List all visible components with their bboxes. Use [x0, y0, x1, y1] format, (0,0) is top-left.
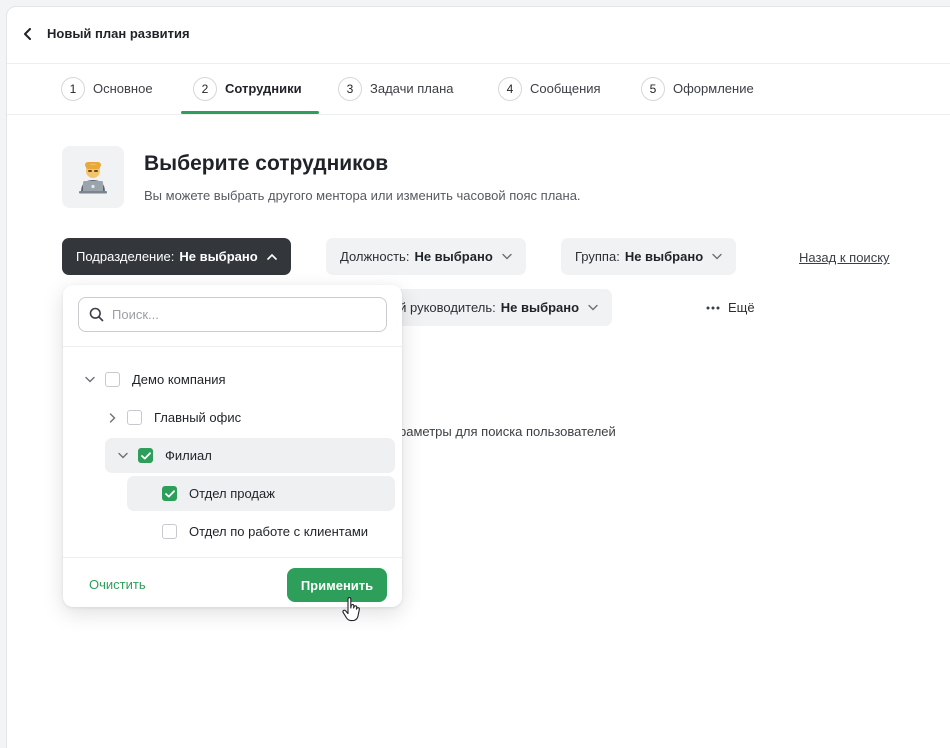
- department-dropdown: Демо компания Главный офис Филиал Отдел …: [63, 285, 402, 607]
- tree-item-label: Демо компания: [132, 372, 226, 387]
- checkbox-checked[interactable]: [138, 448, 153, 463]
- more-label: Ещё: [728, 300, 755, 315]
- chevron-up-icon: [266, 253, 277, 260]
- divider: [63, 346, 402, 347]
- filter-label: Группа:: [575, 249, 620, 264]
- step-label: Задачи плана: [370, 81, 454, 96]
- back-to-search-link[interactable]: Назад к поиску: [799, 250, 890, 265]
- search-field[interactable]: [78, 297, 387, 332]
- hand-pointer-cursor-icon: [342, 597, 360, 622]
- tab-step-3[interactable]: 3 Задачи плана: [338, 77, 454, 115]
- section-subtitle: Вы можете выбрать другого ментора или из…: [144, 188, 581, 203]
- tree-item-client-dept[interactable]: Отдел по работе с клиентами: [127, 514, 395, 549]
- step-label: Оформление: [673, 81, 754, 96]
- chevron-down-icon[interactable]: [83, 373, 97, 387]
- filter-value: Не выбрано: [624, 249, 704, 264]
- group-filter-button[interactable]: Группа: Не выбрано: [561, 238, 737, 275]
- tree-item-label: Отдел продаж: [189, 486, 275, 501]
- page-title: Новый план развития: [47, 26, 190, 41]
- checkmark-icon: [140, 451, 151, 459]
- tree-item-sales-dept[interactable]: Отдел продаж: [127, 476, 395, 511]
- chevron-left-icon: [24, 28, 31, 40]
- checkbox[interactable]: [127, 410, 142, 425]
- checkbox[interactable]: [162, 524, 177, 539]
- chevron-down-icon[interactable]: [116, 449, 130, 463]
- tree-item-label: Филиал: [165, 448, 212, 463]
- tab-step-5[interactable]: 5 Оформление: [641, 77, 754, 115]
- position-filter-button[interactable]: Должность: Не выбрано: [326, 238, 526, 275]
- step-number: 3: [338, 77, 362, 101]
- more-filters-button[interactable]: Ещё: [706, 289, 755, 326]
- section-heading: Выберите сотрудников: [144, 152, 389, 175]
- apply-button[interactable]: Применить: [287, 568, 387, 602]
- checkbox-checked[interactable]: [162, 486, 177, 501]
- tree-item-demo-company[interactable]: Демо компания: [83, 362, 383, 397]
- more-dots-icon: [706, 306, 720, 310]
- tree-item-main-office[interactable]: Главный офис: [105, 400, 385, 435]
- active-tab-indicator: [181, 111, 319, 114]
- filter-value: Не выбрано: [414, 249, 493, 264]
- divider: [63, 557, 402, 558]
- step-number: 2: [193, 77, 217, 101]
- chevron-down-icon: [502, 253, 512, 260]
- empty-state-text: раметры для поиска пользователей: [399, 424, 616, 439]
- step-number: 5: [641, 77, 665, 101]
- step-label: Сотрудники: [225, 81, 302, 96]
- clear-button[interactable]: Очистить: [89, 577, 146, 592]
- tree-item-branch[interactable]: Филиал: [105, 438, 395, 473]
- top-bar: Новый план развития: [7, 7, 950, 64]
- step-number: 1: [61, 77, 85, 101]
- back-button[interactable]: [19, 25, 37, 43]
- tree-item-label: Главный офис: [154, 410, 242, 425]
- person-laptop-icon: [62, 146, 124, 208]
- tab-step-2[interactable]: 2 Сотрудники: [193, 77, 302, 115]
- chevron-right-icon[interactable]: [105, 411, 119, 425]
- filter-label: Подразделение:: [76, 249, 175, 264]
- step-number: 4: [498, 77, 522, 101]
- filter-value: Не выбрано: [500, 300, 580, 315]
- tree-item-label: Отдел по работе с клиентами: [189, 524, 369, 539]
- department-filter-button[interactable]: Подразделение: Не выбрано: [62, 238, 291, 275]
- stepper: 1 Основное 2 Сотрудники 3 Задачи плана 4…: [7, 65, 950, 115]
- search-input[interactable]: [112, 307, 372, 322]
- chevron-down-icon: [712, 253, 722, 260]
- checkbox[interactable]: [105, 372, 120, 387]
- tab-step-4[interactable]: 4 Сообщения: [498, 77, 601, 115]
- filter-value: Не выбрано: [179, 249, 258, 264]
- tab-step-1[interactable]: 1 Основное: [61, 77, 153, 115]
- search-icon: [89, 307, 104, 322]
- step-label: Основное: [93, 81, 153, 96]
- filter-label: Должность:: [340, 249, 410, 264]
- checkmark-icon: [164, 489, 175, 497]
- chevron-down-icon: [588, 304, 598, 311]
- app-window: Новый план развития 1 Основное 2 Сотрудн…: [6, 6, 950, 748]
- step-label: Сообщения: [530, 81, 601, 96]
